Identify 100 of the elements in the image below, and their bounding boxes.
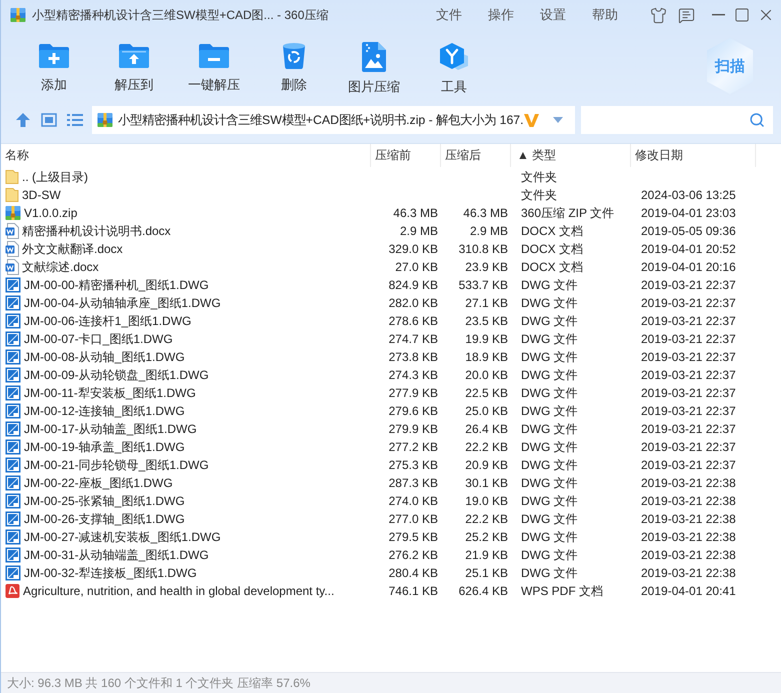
original-size: 824.9 KB — [388, 277, 438, 294]
original-size: 279.5 KB — [388, 529, 438, 546]
list-view-icon — [67, 113, 83, 127]
modified-date: 2019-03-21 22:37 — [641, 403, 736, 420]
file-name[interactable]: JM-00-00-精密播种机_图纸1.DWG — [24, 276, 209, 294]
menu-item[interactable]: 文件 — [423, 3, 475, 27]
original-size: 275.3 KB — [388, 457, 438, 474]
file-name[interactable]: JM-00-12-连接轴_图纸1.DWG — [24, 402, 185, 420]
original-size: 287.3 KB — [388, 475, 438, 492]
toolbar-button[interactable]: 工具 — [414, 30, 494, 102]
compressed-size: 18.9 KB — [465, 349, 508, 366]
folder-icon — [5, 187, 19, 203]
modified-date: 2019-03-21 22:38 — [641, 529, 736, 546]
toolbar-button[interactable]: 一键解压 — [174, 30, 254, 102]
word-document-icon — [5, 223, 19, 239]
modified-date: 2019-04-01 20:41 — [641, 583, 736, 600]
search-field[interactable] — [581, 106, 773, 134]
modified-date: 2019-03-21 22:38 — [641, 493, 736, 510]
original-size: 276.2 KB — [388, 547, 438, 564]
file-name[interactable]: JM-00-31-从动轴端盖_图纸1.DWG — [24, 546, 209, 564]
file-name[interactable]: Agriculture, nutrition, and health in global development ty... — [23, 582, 334, 600]
menu-item[interactable]: 设置 — [527, 3, 579, 27]
drawing-file-icon — [5, 457, 21, 473]
file-name[interactable]: JM-00-21-同步轮锁母_图纸1.DWG — [24, 456, 209, 474]
file-name[interactable]: JM-00-07-卡口_图纸1.DWG — [24, 330, 173, 348]
toolbar-button[interactable]: 删除 — [254, 30, 334, 102]
file-name[interactable]: 文献综述.docx — [22, 258, 99, 276]
file-name[interactable]: JM-00-26-支撑轴_图纸1.DWG — [24, 510, 185, 528]
file-name[interactable]: JM-00-08-从动轴_图纸1.DWG — [24, 348, 185, 366]
compressed-size: 30.1 KB — [465, 475, 508, 492]
file-name[interactable]: 3D-SW — [22, 186, 61, 204]
minimize-icon — [712, 14, 724, 16]
compressed-size: 2.9 MB — [470, 223, 508, 240]
drawing-file-icon — [5, 313, 21, 329]
file-name[interactable]: 精密播种机设计说明书.docx — [22, 222, 171, 240]
file-name[interactable]: JM-00-09-从动轮锁盘_图纸1.DWG — [24, 366, 209, 384]
compressed-size: 25.1 KB — [465, 565, 508, 582]
modified-date: 2019-03-21 22:37 — [641, 367, 736, 384]
compressed-size: 22.2 KB — [465, 511, 508, 528]
file-type: DWG 文件 — [521, 439, 578, 456]
file-type: DWG 文件 — [521, 529, 578, 546]
message-icon — [678, 6, 694, 24]
drawing-file-icon — [5, 385, 21, 401]
menu-item[interactable]: 操作 — [475, 3, 527, 27]
modified-date: 2019-03-21 22:37 — [641, 313, 736, 330]
toolbar-button[interactable]: 解压到 — [94, 30, 174, 102]
file-name[interactable]: .. (上级目录) — [22, 168, 88, 186]
original-size: 27.0 KB — [395, 259, 438, 276]
file-name[interactable]: JM-00-04-从动轴轴承座_图纸1.DWG — [24, 294, 221, 312]
v-shape-icon — [524, 112, 539, 128]
address-field[interactable]: 小型精密播种机设计含三维SW模型+CAD图纸+说明书.zip - 解包大小为 167. — [92, 106, 575, 134]
file-type: DWG 文件 — [521, 277, 578, 294]
modified-date: 2019-03-21 22:37 — [641, 331, 736, 348]
modified-date: 2019-03-21 22:37 — [641, 295, 736, 312]
file-name[interactable]: JM-00-11-犁安装板_图纸1.DWG — [24, 384, 196, 402]
modified-date: 2019-03-21 22:38 — [641, 565, 736, 582]
toolbar-button[interactable]: 图片压缩 — [334, 30, 414, 102]
original-size: 274.7 KB — [388, 331, 438, 348]
file-type: DWG 文件 — [521, 367, 578, 384]
modified-date: 2019-03-21 22:37 — [641, 439, 736, 456]
file-name[interactable]: JM-00-32-犁连接板_图纸1.DWG — [24, 564, 197, 582]
file-type: DOCX 文档 — [521, 259, 584, 276]
modified-date: 2019-03-21 22:38 — [641, 475, 736, 492]
original-size: 746.1 KB — [388, 583, 438, 600]
file-name[interactable]: JM-00-19-轴承盖_图纸1.DWG — [24, 438, 185, 456]
modified-date: 2019-03-21 22:37 — [641, 349, 736, 366]
word-document-icon — [5, 259, 19, 275]
compressed-size: 25.0 KB — [465, 403, 508, 420]
compressed-size: 20.0 KB — [465, 367, 508, 384]
file-name[interactable]: JM-00-22-座板_图纸1.DWG — [24, 474, 173, 492]
file-type: DOCX 文档 — [521, 241, 584, 258]
compressed-size: 22.2 KB — [465, 439, 508, 456]
drawing-file-icon — [5, 277, 21, 293]
drawing-file-icon — [5, 547, 21, 563]
shirt-icon — [650, 6, 666, 24]
folder-arrow-up-icon — [118, 42, 150, 70]
file-name[interactable]: V1.0.0.zip — [24, 204, 78, 222]
file-name[interactable]: JM-00-27-减速机安装板_图纸1.DWG — [24, 528, 221, 546]
dropdown-caret-icon — [553, 117, 563, 123]
modified-date: 2019-04-01 20:16 — [641, 259, 736, 276]
drawing-file-icon — [5, 475, 21, 491]
drawing-file-icon — [5, 403, 21, 419]
maximize-icon — [734, 7, 750, 23]
original-size: 273.8 KB — [388, 349, 438, 366]
modified-date: 2019-05-05 09:36 — [641, 223, 736, 240]
menu-item[interactable]: 帮助 — [579, 3, 631, 27]
file-name[interactable]: JM-00-06-连接杆1_图纸1.DWG — [24, 312, 192, 330]
modified-date: 2019-03-21 22:38 — [641, 511, 736, 528]
search-icon — [749, 112, 765, 128]
compressed-size: 21.9 KB — [465, 547, 508, 564]
file-type: DOCX 文档 — [521, 223, 584, 240]
toolbar-button[interactable]: 添加 — [14, 30, 94, 102]
compressed-size: 626.4 KB — [458, 583, 508, 600]
file-name[interactable]: 外文文献翻译.docx — [22, 240, 123, 258]
status-text: 大小: 96.3 MB 共 160 个文件和 1 个文件夹 压缩率 57.6% — [7, 674, 310, 692]
file-name[interactable]: JM-00-17-从动轴盖_图纸1.DWG — [24, 420, 197, 438]
file-name[interactable]: JM-00-25-张紧轴_图纸1.DWG — [24, 492, 185, 510]
file-type: DWG 文件 — [521, 421, 578, 438]
compressed-size: 19.9 KB — [465, 331, 508, 348]
original-size: 277.9 KB — [388, 385, 438, 402]
